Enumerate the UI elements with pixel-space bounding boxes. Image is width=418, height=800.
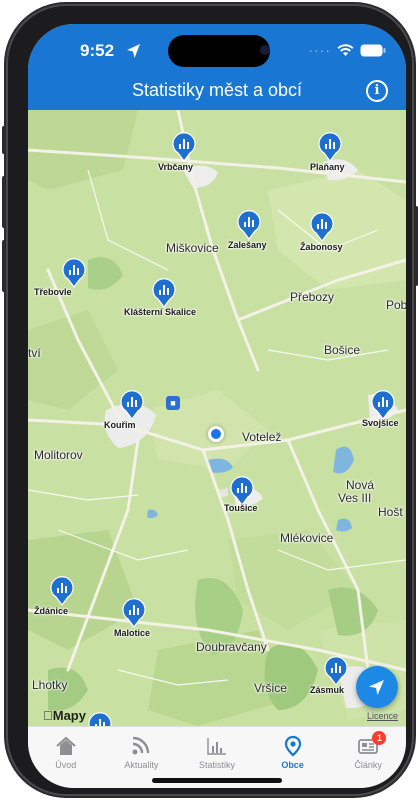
municipality-pin-label[interactable]: Zalešany: [228, 240, 267, 250]
volume-down-button: [2, 240, 6, 292]
tab-label: Statistiky: [198, 760, 235, 770]
status-indicators: ····: [308, 42, 386, 58]
location-arrow-icon: [127, 44, 140, 58]
info-button[interactable]: i: [366, 80, 388, 102]
municipality-pin[interactable]: [230, 476, 254, 506]
status-time: 9:52: [80, 41, 115, 60]
bus-stop-icon[interactable]: ■: [166, 396, 180, 410]
tab-label: Články: [354, 760, 382, 770]
tab-uvod[interactable]: Úvod: [28, 727, 104, 788]
municipality-pin[interactable]: [152, 278, 176, 308]
screen: 9:52 ···· Statistiky měst a obcí i Miško…: [28, 24, 406, 788]
municipality-pin-label[interactable]: Třebovle: [34, 287, 72, 297]
wifi-icon: [337, 43, 354, 56]
app-header: 9:52 ···· Statistiky měst a obcí i: [28, 24, 406, 110]
municipality-pin[interactable]: [318, 132, 342, 162]
municipality-pin[interactable]: [122, 598, 146, 628]
town-label: Vršice: [254, 681, 287, 695]
municipality-pin[interactable]: [120, 390, 144, 420]
municipality-pin-label[interactable]: Ždánice: [34, 606, 68, 616]
rss-icon: [132, 736, 150, 755]
municipality-pin[interactable]: [172, 132, 196, 162]
town-label: Hošt: [378, 505, 403, 519]
municipality-pin-label[interactable]: Malotice: [114, 628, 150, 638]
municipality-pin[interactable]: [50, 576, 74, 606]
municipality-pin-label[interactable]: Kouřim: [104, 420, 136, 430]
town-label: Doubravčany: [196, 640, 267, 654]
notification-badge: 1: [372, 731, 387, 745]
municipality-pin[interactable]: [88, 712, 112, 726]
town-label: Molitorov: [34, 448, 83, 462]
municipality-pin-label[interactable]: Zásmuk: [310, 685, 344, 695]
municipality-pin-label[interactable]: Klášterní Skalice: [124, 307, 196, 317]
action-button: [2, 126, 6, 154]
location-arrow-icon: [369, 680, 384, 695]
municipality-pin-label[interactable]: Svojšice: [362, 418, 399, 428]
maps-attribution: Mapy: [43, 708, 86, 723]
town-label: Přebozy: [290, 290, 335, 304]
municipality-pin[interactable]: [237, 210, 261, 240]
cellular-signal-icon: ····: [308, 42, 331, 58]
tab-label: Obce: [281, 760, 304, 770]
town-label: Votelež: [242, 430, 282, 444]
municipality-pin-label[interactable]: Žabonosy: [300, 242, 343, 252]
page-title: Statistiky měst a obcí: [131, 80, 303, 100]
locate-me-button[interactable]: [356, 666, 398, 708]
town-label: Mlékovice: [280, 531, 334, 545]
dynamic-island: [168, 35, 270, 67]
municipality-pin[interactable]: [310, 212, 334, 242]
municipality-pin-label[interactable]: Vrbčany: [158, 162, 193, 172]
municipality-pin[interactable]: [371, 390, 395, 420]
current-location-dot: [208, 426, 224, 442]
battery-icon: [360, 44, 386, 56]
town-label: Bošice: [324, 343, 361, 357]
map-view[interactable]: Miškovice Přebozy Pob Bošice tví Votelež…: [28, 110, 406, 726]
town-label: Ves III: [338, 491, 372, 505]
tab-clanky[interactable]: 1 Články: [330, 727, 406, 788]
licence-link[interactable]: Licence: [367, 711, 398, 721]
town-label: Lhotky: [32, 678, 68, 692]
map-background: [28, 110, 406, 726]
town-label: Miškovice: [166, 241, 219, 255]
home-indicator: [152, 778, 282, 783]
map-pin-icon: [284, 735, 301, 757]
volume-up-button: [2, 176, 6, 228]
tab-label: Úvod: [55, 760, 77, 770]
municipality-pin-label[interactable]: Toušice: [224, 503, 257, 513]
municipality-pin[interactable]: [324, 656, 348, 686]
bar-chart-icon: [207, 738, 226, 755]
town-label: tví: [28, 346, 41, 360]
town-label: Pob: [386, 298, 406, 312]
phone-frame: 9:52 ···· Statistiky měst a obcí i Miško…: [2, 6, 418, 794]
municipality-pin[interactable]: [62, 258, 86, 288]
town-label: Nová: [346, 478, 375, 492]
home-icon: [56, 736, 76, 755]
power-button: [414, 206, 418, 286]
tab-label: Aktuality: [124, 760, 159, 770]
municipality-pin-label[interactable]: Plaňany: [310, 162, 345, 172]
